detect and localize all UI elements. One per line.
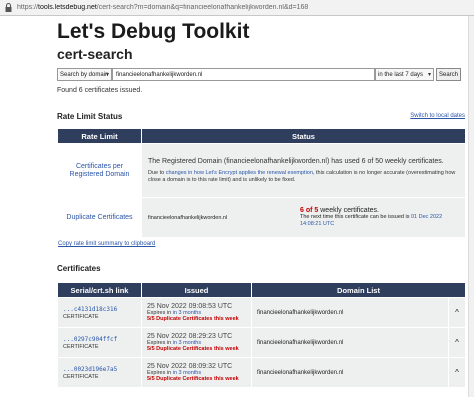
status-text: The Registered Domain (financieelonafhan… (148, 157, 444, 165)
serial-link[interactable]: ...c4131d18c316 (63, 306, 117, 313)
rate-limit-heading: Rate Limit Status (57, 112, 123, 121)
table-row: Duplicate Certificates financieelonafhan… (57, 197, 466, 238)
certificates-table: Serial/crt.sh link Issued Domain List ..… (57, 282, 467, 388)
url-text[interactable]: https://tools.letsdebug.net/cert-search?… (17, 4, 308, 11)
rate-limit-name: Certificates per Registered Domain (57, 143, 142, 198)
status-note: Due to changes in how Let's Encrypt appl… (148, 169, 456, 183)
chevron-down-icon: ▾ (427, 72, 431, 78)
page-title: Let's Debug Toolkit (57, 20, 250, 43)
column-header-rate-limit: Rate Limit (57, 128, 142, 144)
certificates-heading: Certificates (57, 264, 101, 273)
domain-cell: financieelonafhankelijkworden.nl (251, 327, 449, 358)
collapse-toggle[interactable]: ^ (447, 297, 467, 328)
serial-link[interactable]: ...0297c904ffcf (63, 336, 117, 343)
serial-cell: ...0023d196e7a5 CERTIFICATE (57, 357, 142, 388)
issued-cell: 25 Nov 2022 08:09:32 UTC Expires in in 3… (141, 357, 252, 388)
lock-icon (3, 2, 14, 13)
results-count: Found 6 certificates issued. (57, 87, 143, 94)
duplicate-certificates-link[interactable]: Duplicate Certificates (66, 214, 132, 221)
search-mode-select[interactable]: Search by domain ▾ (57, 68, 112, 81)
duplicate-warning: 5/5 Duplicate Certificates this week (147, 346, 239, 352)
search-input[interactable]: financieelonafhankelijkworden.nl (112, 68, 375, 81)
rate-limit-status: financieelonafhankelijkworden.nl 6 of 5 … (141, 197, 466, 238)
tool-name: cert-search (57, 46, 133, 62)
table-row: ...0023d196e7a5 CERTIFICATE 25 Nov 2022 … (57, 357, 467, 388)
duplicate-warning: 5/5 Duplicate Certificates this week (147, 316, 239, 322)
usage-count: 6 of 5 (300, 206, 319, 214)
table-row: ...0297c904ffcf CERTIFICATE 25 Nov 2022 … (57, 327, 467, 358)
page-scrollbar[interactable] (468, 16, 474, 397)
domain-cell: financieelonafhankelijkworden.nl (251, 297, 449, 328)
column-header-status: Status (141, 128, 466, 144)
table-row: ...c4131d18c316 CERTIFICATE 25 Nov 2022 … (57, 297, 467, 328)
column-header-serial: Serial/crt.sh link (57, 282, 142, 298)
table-row: Certificates per Registered Domain The R… (57, 143, 466, 198)
collapse-toggle[interactable]: ^ (447, 357, 467, 388)
rate-limit-status: The Registered Domain (financieelonafhan… (141, 143, 466, 198)
search-form: Search by domain ▾ financieelonafhankelij… (57, 68, 463, 81)
column-header-issued: Issued (141, 282, 252, 298)
domain-text: financieelonafhankelijkworden.nl (148, 214, 228, 221)
serial-cell: ...0297c904ffcf CERTIFICATE (57, 327, 142, 358)
issued-cell: 25 Nov 2022 08:29:23 UTC Expires in in 3… (141, 327, 252, 358)
serial-link[interactable]: ...0023d196e7a5 (63, 366, 117, 373)
duplicate-warning: 5/5 Duplicate Certificates this week (147, 376, 239, 382)
domain-cell: financieelonafhankelijkworden.nl (251, 357, 449, 388)
search-button[interactable]: Search (436, 68, 461, 81)
rate-limit-table: Rate Limit Status Certificates per Regis… (57, 128, 466, 238)
renewal-exemption-link[interactable]: changes in how Let's Encrypt applies the… (166, 170, 313, 176)
copy-summary-link[interactable]: Copy rate limit summary to clipboard (58, 241, 155, 247)
chevron-down-icon: ▾ (105, 72, 109, 78)
browser-url-bar[interactable]: https://tools.letsdebug.net/cert-search?… (0, 0, 474, 16)
serial-cell: ...c4131d18c316 CERTIFICATE (57, 297, 142, 328)
collapse-toggle[interactable]: ^ (447, 327, 467, 358)
issued-cell: 25 Nov 2022 09:08:53 UTC Expires in in 3… (141, 297, 252, 328)
switch-local-dates-link[interactable]: Switch to local dates (410, 113, 465, 119)
duplicate-usage: 6 of 5 weekly certificates. The next tim… (300, 206, 443, 227)
certificates-per-domain-link[interactable]: Certificates per Registered Domain (70, 163, 130, 178)
column-header-domain-list: Domain List (250, 282, 467, 298)
rate-limit-name: Duplicate Certificates (57, 197, 142, 238)
period-select[interactable]: in the last 7 days ▾ (375, 68, 434, 81)
